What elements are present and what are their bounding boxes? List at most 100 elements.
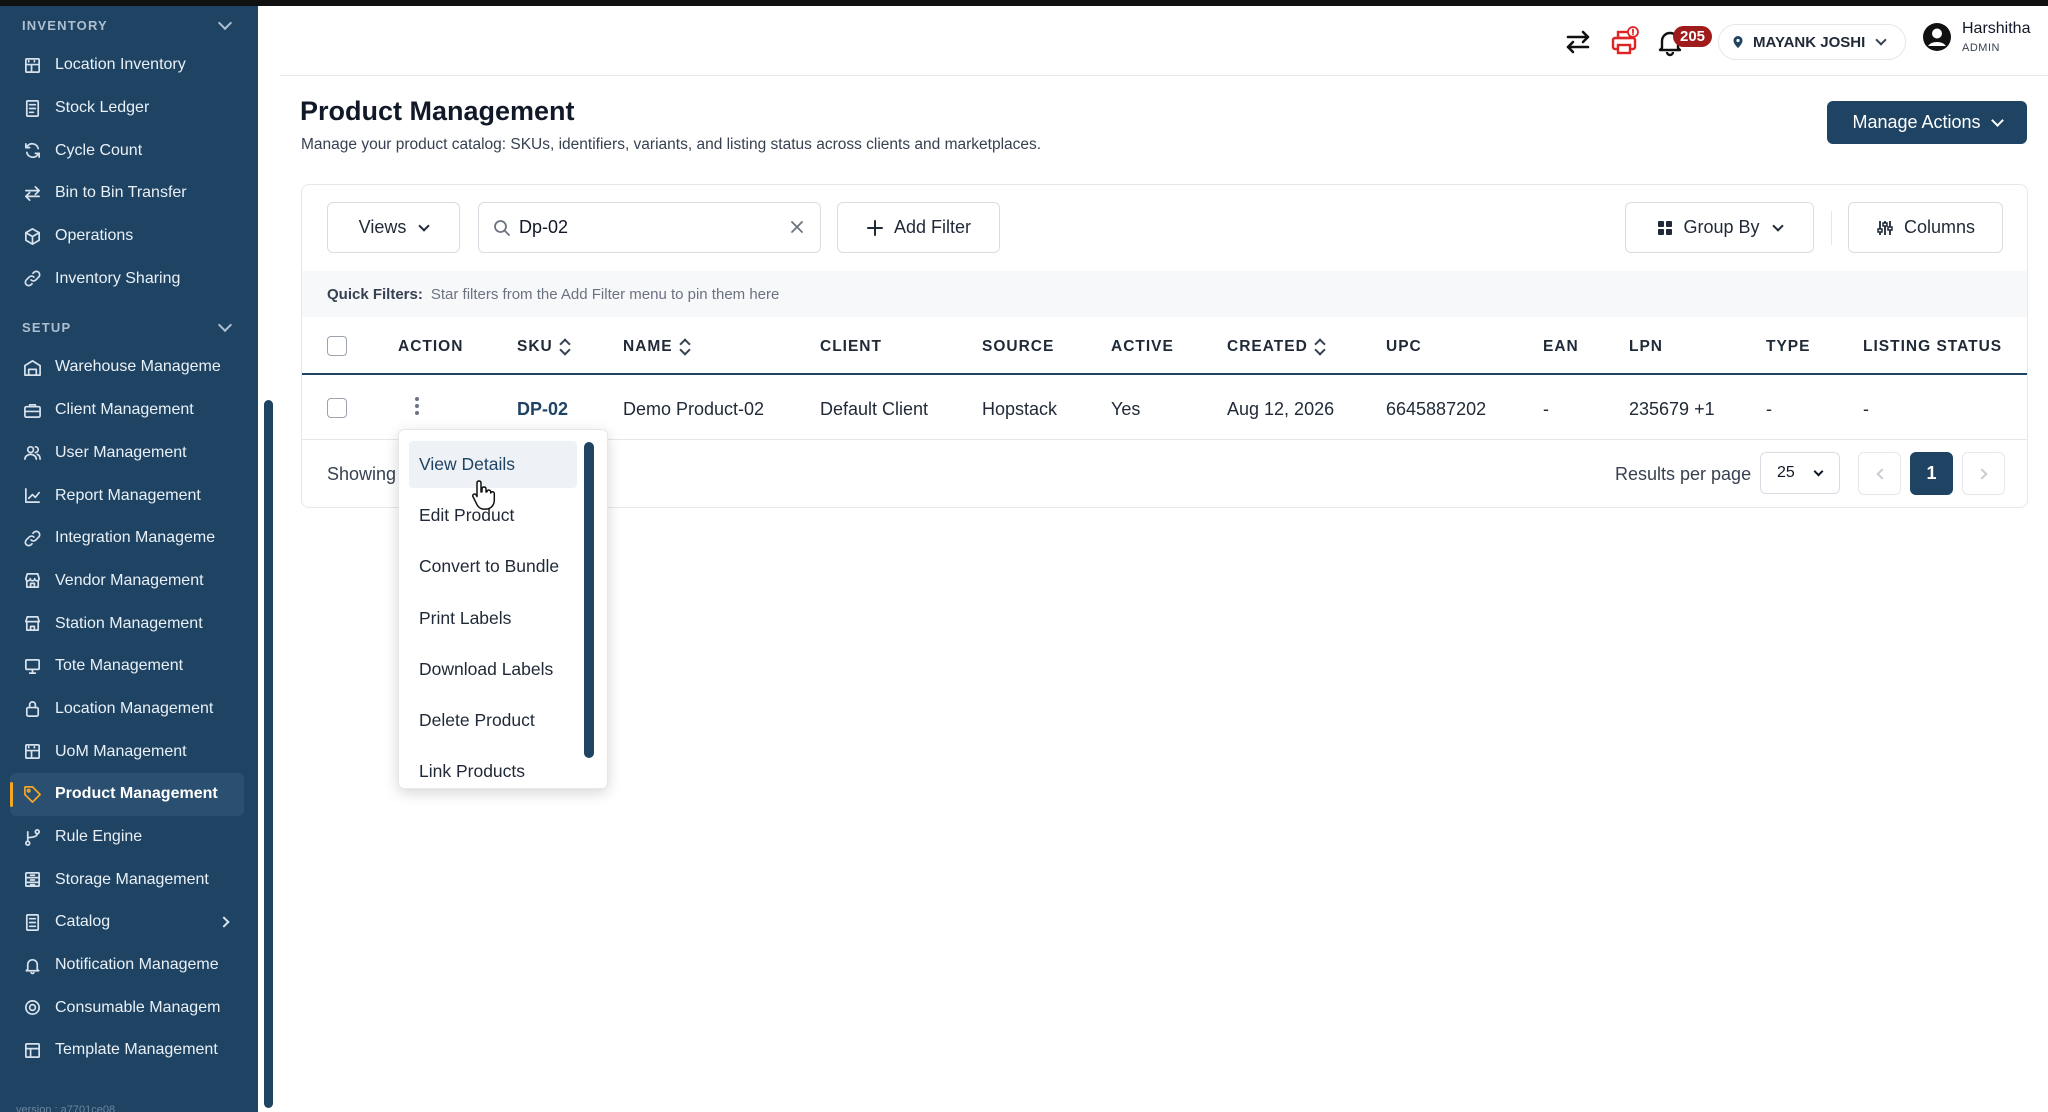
sidebar-item-label: Station Management — [55, 614, 203, 632]
link-icon — [22, 528, 42, 548]
menu-item-download-labels[interactable]: Download Labels — [409, 646, 577, 693]
cell-type: - — [1766, 399, 1772, 419]
sidebar-item-report-management[interactable]: Report Management — [0, 474, 258, 517]
chevron-left-icon — [1875, 467, 1888, 480]
sidebar-item-vendor-management[interactable]: Vendor Management — [0, 560, 258, 603]
clear-search-icon[interactable] — [788, 218, 806, 236]
location-pin-icon — [1733, 36, 1743, 48]
sidebar-item-template-management[interactable]: Template Management — [0, 1029, 258, 1072]
search-box[interactable] — [478, 202, 821, 253]
sliders-icon — [1877, 220, 1893, 235]
column-header-active: ACTIVE — [1111, 338, 1174, 355]
column-header-lpn: LPN — [1629, 338, 1663, 355]
cell-lpn[interactable]: 235679 +1 — [1629, 399, 1715, 420]
chart-icon — [22, 486, 42, 506]
sidebar-section-setup[interactable]: SETUP — [0, 308, 258, 346]
sidebar-item-station-management[interactable]: Station Management — [0, 602, 258, 645]
tag-icon — [22, 784, 42, 804]
switch-arrows-icon[interactable] — [1562, 26, 1594, 58]
menu-item-delete-product[interactable]: Delete Product — [409, 697, 577, 744]
sidebar-item-operations[interactable]: Operations — [0, 215, 258, 258]
cell-ean: - — [1543, 399, 1549, 419]
sidebar-item-integration-manageme[interactable]: Integration Manageme — [0, 517, 258, 560]
add-filter-button[interactable]: Add Filter — [837, 202, 1000, 253]
sidebar-item-inventory-sharing[interactable]: Inventory Sharing — [0, 257, 258, 300]
sidebar-item-bin-to-bin-transfer[interactable]: Bin to Bin Transfer — [0, 172, 258, 215]
row-actions-kebab-icon[interactable] — [414, 397, 420, 419]
cell-listing-status: - — [1863, 399, 1869, 419]
version-text: version : a7701ce08 — [16, 1104, 116, 1112]
columns-button[interactable]: Columns — [1848, 202, 2003, 253]
user-name: Harshitha — [1962, 20, 2031, 37]
link-icon — [22, 269, 42, 289]
sidebar-item-label: Client Management — [55, 401, 194, 419]
sidebar-item-stock-ledger[interactable]: Stock Ledger — [0, 87, 258, 130]
sidebar-item-label: Stock Ledger — [55, 99, 150, 117]
menu-item-convert-to-bundle[interactable]: Convert to Bundle — [409, 543, 577, 590]
sidebar-item-notification-manageme[interactable]: Notification Manageme — [0, 944, 258, 987]
group-by-label: Group By — [1683, 217, 1760, 237]
menu-item-link-products[interactable]: Link Products — [409, 748, 577, 788]
location-selector[interactable]: MAYANK JOSHI — [1718, 24, 1906, 60]
select-all-checkbox[interactable] — [327, 336, 347, 356]
column-header-name[interactable]: NAME — [623, 338, 689, 356]
printer-alert-icon[interactable] — [1608, 26, 1640, 58]
column-header-sku[interactable]: SKU — [517, 338, 569, 356]
sidebar-item-rule-engine[interactable]: Rule Engine — [0, 816, 258, 859]
sidebar-item-user-management[interactable]: User Management — [0, 432, 258, 475]
column-header-created[interactable]: CREATED — [1227, 338, 1324, 356]
results-per-page-select[interactable]: 25 — [1760, 452, 1840, 494]
add-filter-label: Add Filter — [893, 217, 972, 237]
views-button[interactable]: Views — [327, 202, 460, 253]
sidebar-item-consumable-managem[interactable]: Consumable Managem — [0, 986, 258, 1029]
sidebar-item-product-management[interactable]: Product Management — [10, 773, 244, 816]
quick-filters-bar: Quick Filters: Star filters from the Add… — [302, 271, 2027, 317]
chevron-down-icon — [217, 317, 233, 332]
sidebar-item-warehouse-manageme[interactable]: Warehouse Manageme — [0, 346, 258, 389]
target-icon — [22, 998, 42, 1018]
transfer-icon — [22, 183, 42, 203]
sidebar-item-location-management[interactable]: Location Management — [0, 688, 258, 731]
group-by-button[interactable]: Group By — [1625, 202, 1814, 253]
page-button-current[interactable]: 1 — [1910, 452, 1953, 495]
chevron-right-icon — [1975, 467, 1988, 480]
menu-scrollbar[interactable] — [584, 442, 594, 758]
sidebar-item-tote-management[interactable]: Tote Management — [0, 645, 258, 688]
column-header-ean: EAN — [1543, 338, 1579, 355]
columns-label: Columns — [1903, 217, 1976, 237]
user-menu[interactable]: Harshitha ADMIN — [1922, 20, 2030, 54]
sidebar-item-storage-management[interactable]: Storage Management — [0, 858, 258, 901]
top-header: 205 MAYANK JOSHI Harshitha ADMIN — [280, 6, 2048, 76]
cell-active: Yes — [1111, 399, 1141, 419]
views-label: Views — [358, 217, 407, 237]
users-icon — [22, 443, 42, 463]
sidebar-item-label: Cycle Count — [55, 141, 143, 159]
hand-cursor-icon — [472, 480, 496, 510]
section-label: INVENTORY — [22, 17, 108, 33]
refresh-icon — [22, 141, 42, 161]
sort-icon[interactable] — [559, 338, 569, 356]
row-checkbox[interactable] — [327, 398, 347, 418]
sidebar-item-label: Inventory Sharing — [55, 269, 181, 287]
sidebar-item-client-management[interactable]: Client Management — [0, 389, 258, 432]
sidebar-item-label: Location Inventory — [55, 56, 186, 74]
sidebar-item-label: Storage Management — [55, 870, 209, 888]
building-icon — [22, 742, 42, 762]
manage-actions-button[interactable]: Manage Actions — [1827, 101, 2027, 144]
prev-page-button[interactable] — [1858, 452, 1901, 495]
sku-link[interactable]: DP-02 — [517, 399, 568, 420]
sort-icon[interactable] — [1314, 338, 1324, 356]
search-input[interactable] — [519, 217, 769, 238]
storage-icon — [22, 870, 42, 890]
cube-icon — [22, 226, 42, 246]
sidebar-item-catalog[interactable]: Catalog — [0, 901, 258, 944]
sidebar-item-cycle-count[interactable]: Cycle Count — [0, 129, 258, 172]
menu-item-print-labels[interactable]: Print Labels — [409, 595, 577, 642]
sidebar-item-location-inventory[interactable]: Location Inventory — [0, 44, 258, 87]
sort-icon[interactable] — [679, 338, 689, 356]
sidebar-item-label: Integration Manageme — [55, 529, 216, 547]
next-page-button[interactable] — [1962, 452, 2005, 495]
sidebar-item-uom-management[interactable]: UoM Management — [0, 730, 258, 773]
sidebar-section-inventory[interactable]: INVENTORY — [0, 6, 258, 44]
sidebar-scrollbar[interactable] — [264, 400, 273, 1108]
